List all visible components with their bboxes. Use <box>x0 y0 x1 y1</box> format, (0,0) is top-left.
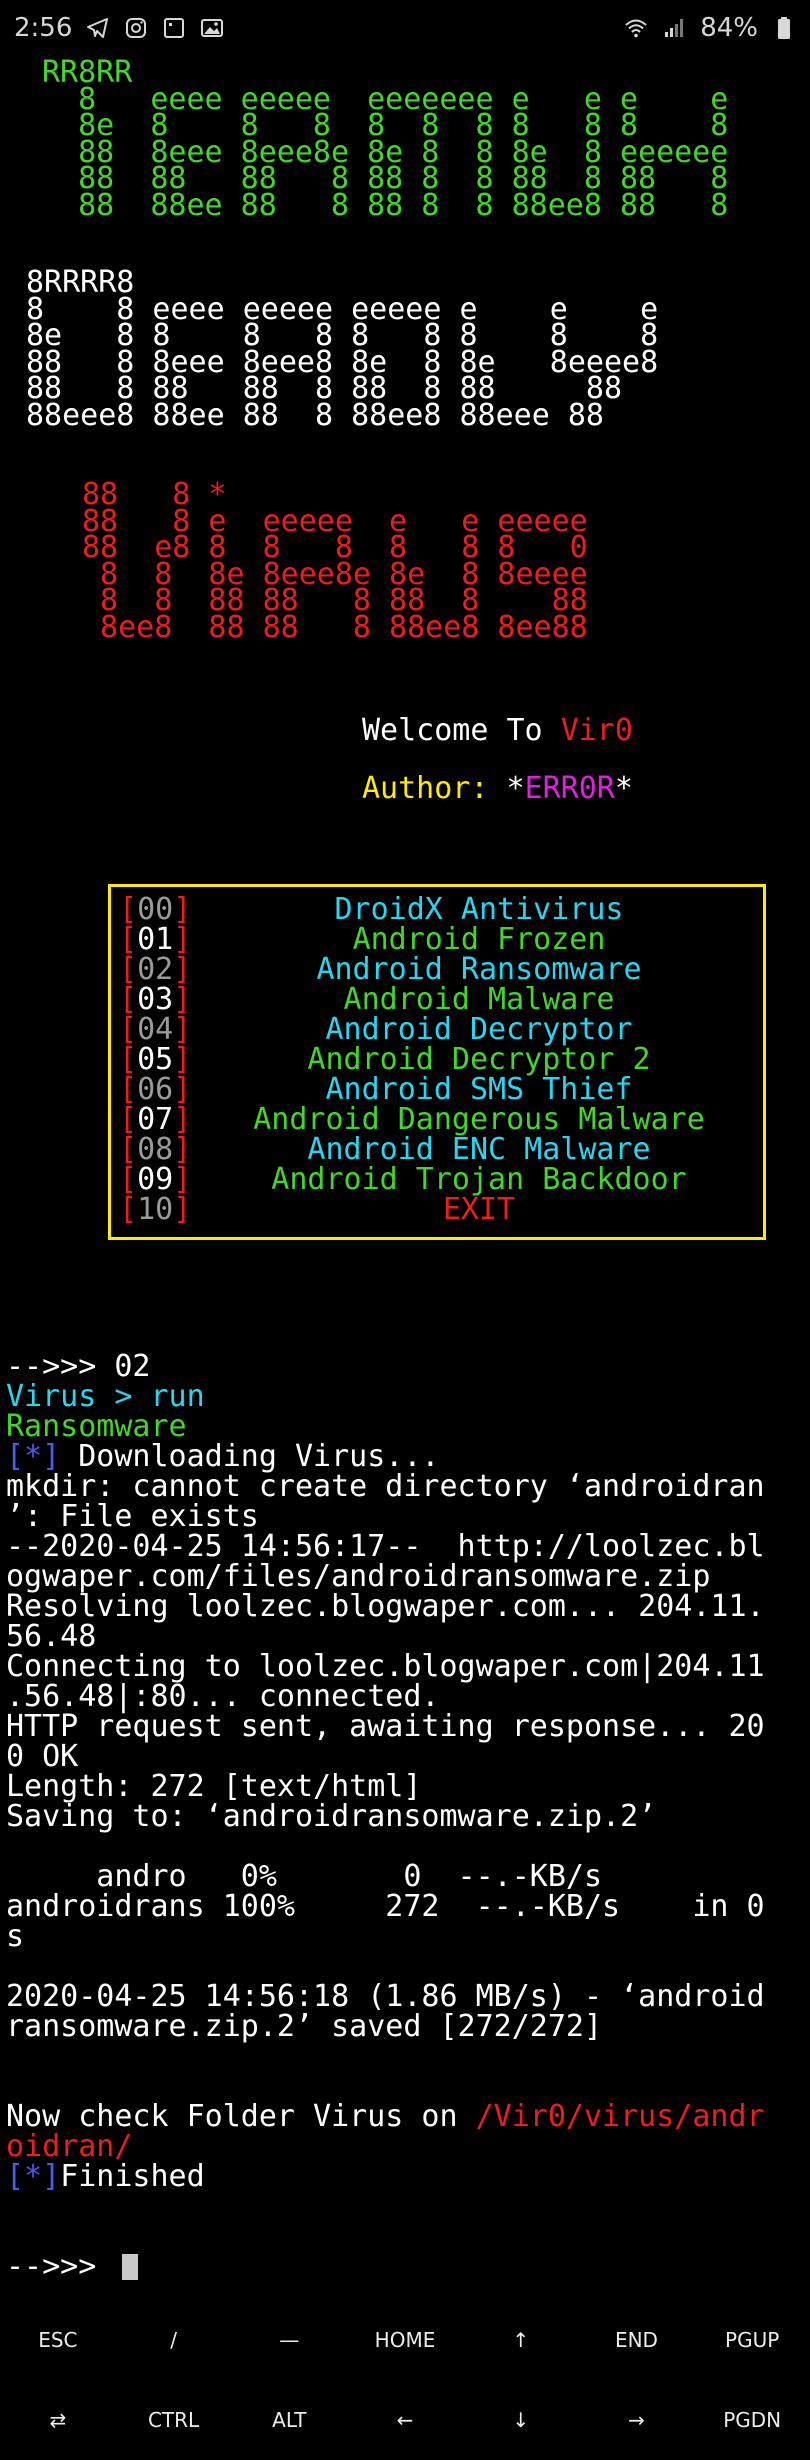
info-tag: [*] <box>6 2159 61 2194</box>
menu-label: Android Dangerous Malware <box>253 1102 705 1137</box>
menu-item-android-enc-malware[interactable]: [08] Android ENC Malware <box>119 1135 759 1165</box>
output-line: ’: File exists <box>6 1499 259 1534</box>
extra-keys-bar: ESC / — HOME ↑ END PGUP ⇄ CTRL ALT ← ↓ →… <box>0 2300 810 2460</box>
input-prompt-line[interactable]: -->>> <box>6 2249 139 2284</box>
folder-path-continued: oidran/ <box>6 2129 133 2164</box>
menu-label: Android Decryptor 2 <box>307 1042 651 1077</box>
output-line: --2020-04-25 14:56:17-- http://loolzec.b… <box>6 1529 765 1564</box>
pgup-key[interactable]: PGUP <box>694 2300 810 2380</box>
output-line: ogwaper.com/files/androidransomware.zip <box>6 1559 711 1594</box>
output-line: Resolving loolzec.blogwaper.com... 204.1… <box>6 1589 765 1624</box>
instagram-icon <box>124 16 148 40</box>
author-star: * <box>506 771 525 806</box>
left-arrow-key[interactable]: ← <box>347 2380 463 2460</box>
output-line: mkdir: cannot create directory ‘androidr… <box>6 1469 765 1504</box>
menu-label: Android Ransomware <box>316 952 642 987</box>
signal-icon <box>662 16 686 40</box>
output-line: andro 0% 0 --.-KB/s <box>6 1859 603 1894</box>
menu-label: Android Decryptor <box>325 1012 633 1047</box>
slash-key[interactable]: / <box>116 2300 232 2380</box>
output-line: Saving to: ‘androidransomware.zip.2’ <box>6 1799 657 1834</box>
output-line: s <box>6 1919 25 1954</box>
notification-icon <box>162 16 186 40</box>
alt-key[interactable]: ALT <box>231 2380 347 2460</box>
welcome-name: Vir0 <box>560 713 633 748</box>
status-bar: 2:56 84% <box>0 0 810 56</box>
menu-label: Android Frozen <box>352 922 606 957</box>
virus-run-line: Virus > run <box>6 1379 205 1414</box>
author-prefix: Author: <box>362 771 507 806</box>
menu-item-android-dangerous-malware[interactable]: [07] Android Dangerous Malware <box>119 1105 759 1135</box>
gallery-icon <box>200 16 224 40</box>
menu-item-android-decryptor-2[interactable]: [05] Android Decryptor 2 <box>119 1045 759 1075</box>
clock: 2:56 <box>14 13 73 43</box>
ascii-banner-owner: 8RRRR8 8 8 eeee eeeee eeeee e e e 8e 8 8… <box>26 268 658 431</box>
extra-keys-row-2: ⇄ CTRL ALT ← ↓ → PGDN <box>0 2380 810 2460</box>
end-key[interactable]: END <box>579 2300 695 2380</box>
cursor <box>122 2254 139 2280</box>
menu-item-android-malware[interactable]: [03] Android Malware <box>119 985 759 1015</box>
output-line: Length: 272 [text/html] <box>6 1769 422 1804</box>
dash-key[interactable]: — <box>231 2300 347 2380</box>
menu-label: DroidX Antivirus <box>334 892 624 927</box>
status-left: 2:56 <box>14 13 224 43</box>
menu-item-android-sms-thief[interactable]: [06] Android SMS Thief <box>119 1075 759 1105</box>
ransomware-line: Ransomware <box>6 1409 187 1444</box>
menu-label: Android SMS Thief <box>325 1072 633 1107</box>
menu-item-android-decryptor[interactable]: [04] Android Decryptor <box>119 1015 759 1045</box>
battery-percent: 84% <box>700 13 758 43</box>
status-right: 84% <box>624 13 796 43</box>
output-line: 56.48 <box>6 1619 97 1654</box>
output-line: 2020-04-25 14:56:18 (1.86 MB/s) - ‘andro… <box>6 1979 765 2014</box>
terminal-screen[interactable]: RR8RR 8 eeee eeeee eeeeeee e e e e 8e 8 … <box>6 52 806 2292</box>
menu-label: Android Malware <box>343 982 615 1017</box>
menu-item-android-trojan-backdoor[interactable]: [09] Android Trojan Backdoor <box>119 1165 759 1195</box>
up-arrow-key[interactable]: ↑ <box>463 2300 579 2380</box>
folder-path: /Vir0/virus/andr <box>475 2099 765 2134</box>
right-arrow-key[interactable]: → <box>579 2380 695 2460</box>
battery-icon <box>772 16 796 40</box>
menu-item-exit[interactable]: [10] EXIT <box>119 1195 759 1225</box>
home-key[interactable]: HOME <box>347 2300 463 2380</box>
tab-key[interactable]: ⇄ <box>0 2380 116 2460</box>
menu-label: Android ENC Malware <box>307 1132 651 1167</box>
output-line: HTTP request sent, awaiting response... … <box>6 1709 765 1744</box>
menu-item-droidx-antivirus[interactable]: [00] DroidX Antivirus <box>119 895 759 925</box>
menu-label: Android Trojan Backdoor <box>271 1162 687 1197</box>
downloading-line: [*] Downloading Virus... <box>6 1439 440 1474</box>
menu-item-android-frozen[interactable]: [01] Android Frozen <box>119 925 759 955</box>
welcome-prefix: Welcome To <box>362 713 561 748</box>
extra-keys-row-1: ESC / — HOME ↑ END PGUP <box>0 2300 810 2380</box>
menu-index: 10 <box>137 1192 174 1227</box>
ctrl-key[interactable]: CTRL <box>116 2380 232 2460</box>
pgdn-key[interactable]: PGDN <box>694 2380 810 2460</box>
welcome-text: Welcome To Vir0 <box>362 716 633 746</box>
author-name: ERR0R <box>524 771 615 806</box>
down-arrow-key[interactable]: ↓ <box>463 2380 579 2460</box>
output-line: 0 OK <box>6 1739 79 1774</box>
ascii-banner-virus: 88 8 * 88 8 e eeeee e e eeeee 88 e8 8 8 … <box>82 480 588 643</box>
banner-line: 88eee8 88ee 88 8 88ee8 88eee 88 <box>26 397 604 433</box>
banner-line: 88 88ee 88 8 88 8 8 88ee8 88 8 <box>42 187 729 223</box>
prompt-line: -->>> 02 <box>6 1349 151 1384</box>
output-line: androidrans 100% 272 --.-KB/s in 0 <box>6 1889 765 1924</box>
menu-item-android-ransomware[interactable]: [02] Android Ransomware <box>119 955 759 985</box>
telegram-icon <box>86 16 110 40</box>
menu-box: [00] DroidX Antivirus [01] Android Frozen … <box>108 884 766 1240</box>
output-line: ransomware.zip.2’ saved [272/272] <box>6 2009 603 2044</box>
esc-key[interactable]: ESC <box>0 2300 116 2380</box>
banner-line: 8ee8 88 88 8 88ee8 8ee88 <box>82 609 588 645</box>
output-line: .56.48|:80... connected. <box>6 1679 440 1714</box>
finished-line: [*]Finished <box>6 2159 205 2194</box>
check-folder-line: Now check Folder Virus on /Vir0/virus/an… <box>6 2099 765 2134</box>
output-line: Connecting to loolzec.blogwaper.com|204.… <box>6 1649 765 1684</box>
ascii-banner-termux: RR8RR 8 eeee eeeee eeeeeee e e e e 8e 8 … <box>42 58 728 221</box>
prompt: -->>> <box>6 2249 115 2284</box>
wifi-icon <box>624 16 648 40</box>
menu-label: EXIT <box>442 1192 516 1227</box>
author-text: Author: *ERR0R* <box>362 774 633 804</box>
author-star: * <box>614 771 633 806</box>
